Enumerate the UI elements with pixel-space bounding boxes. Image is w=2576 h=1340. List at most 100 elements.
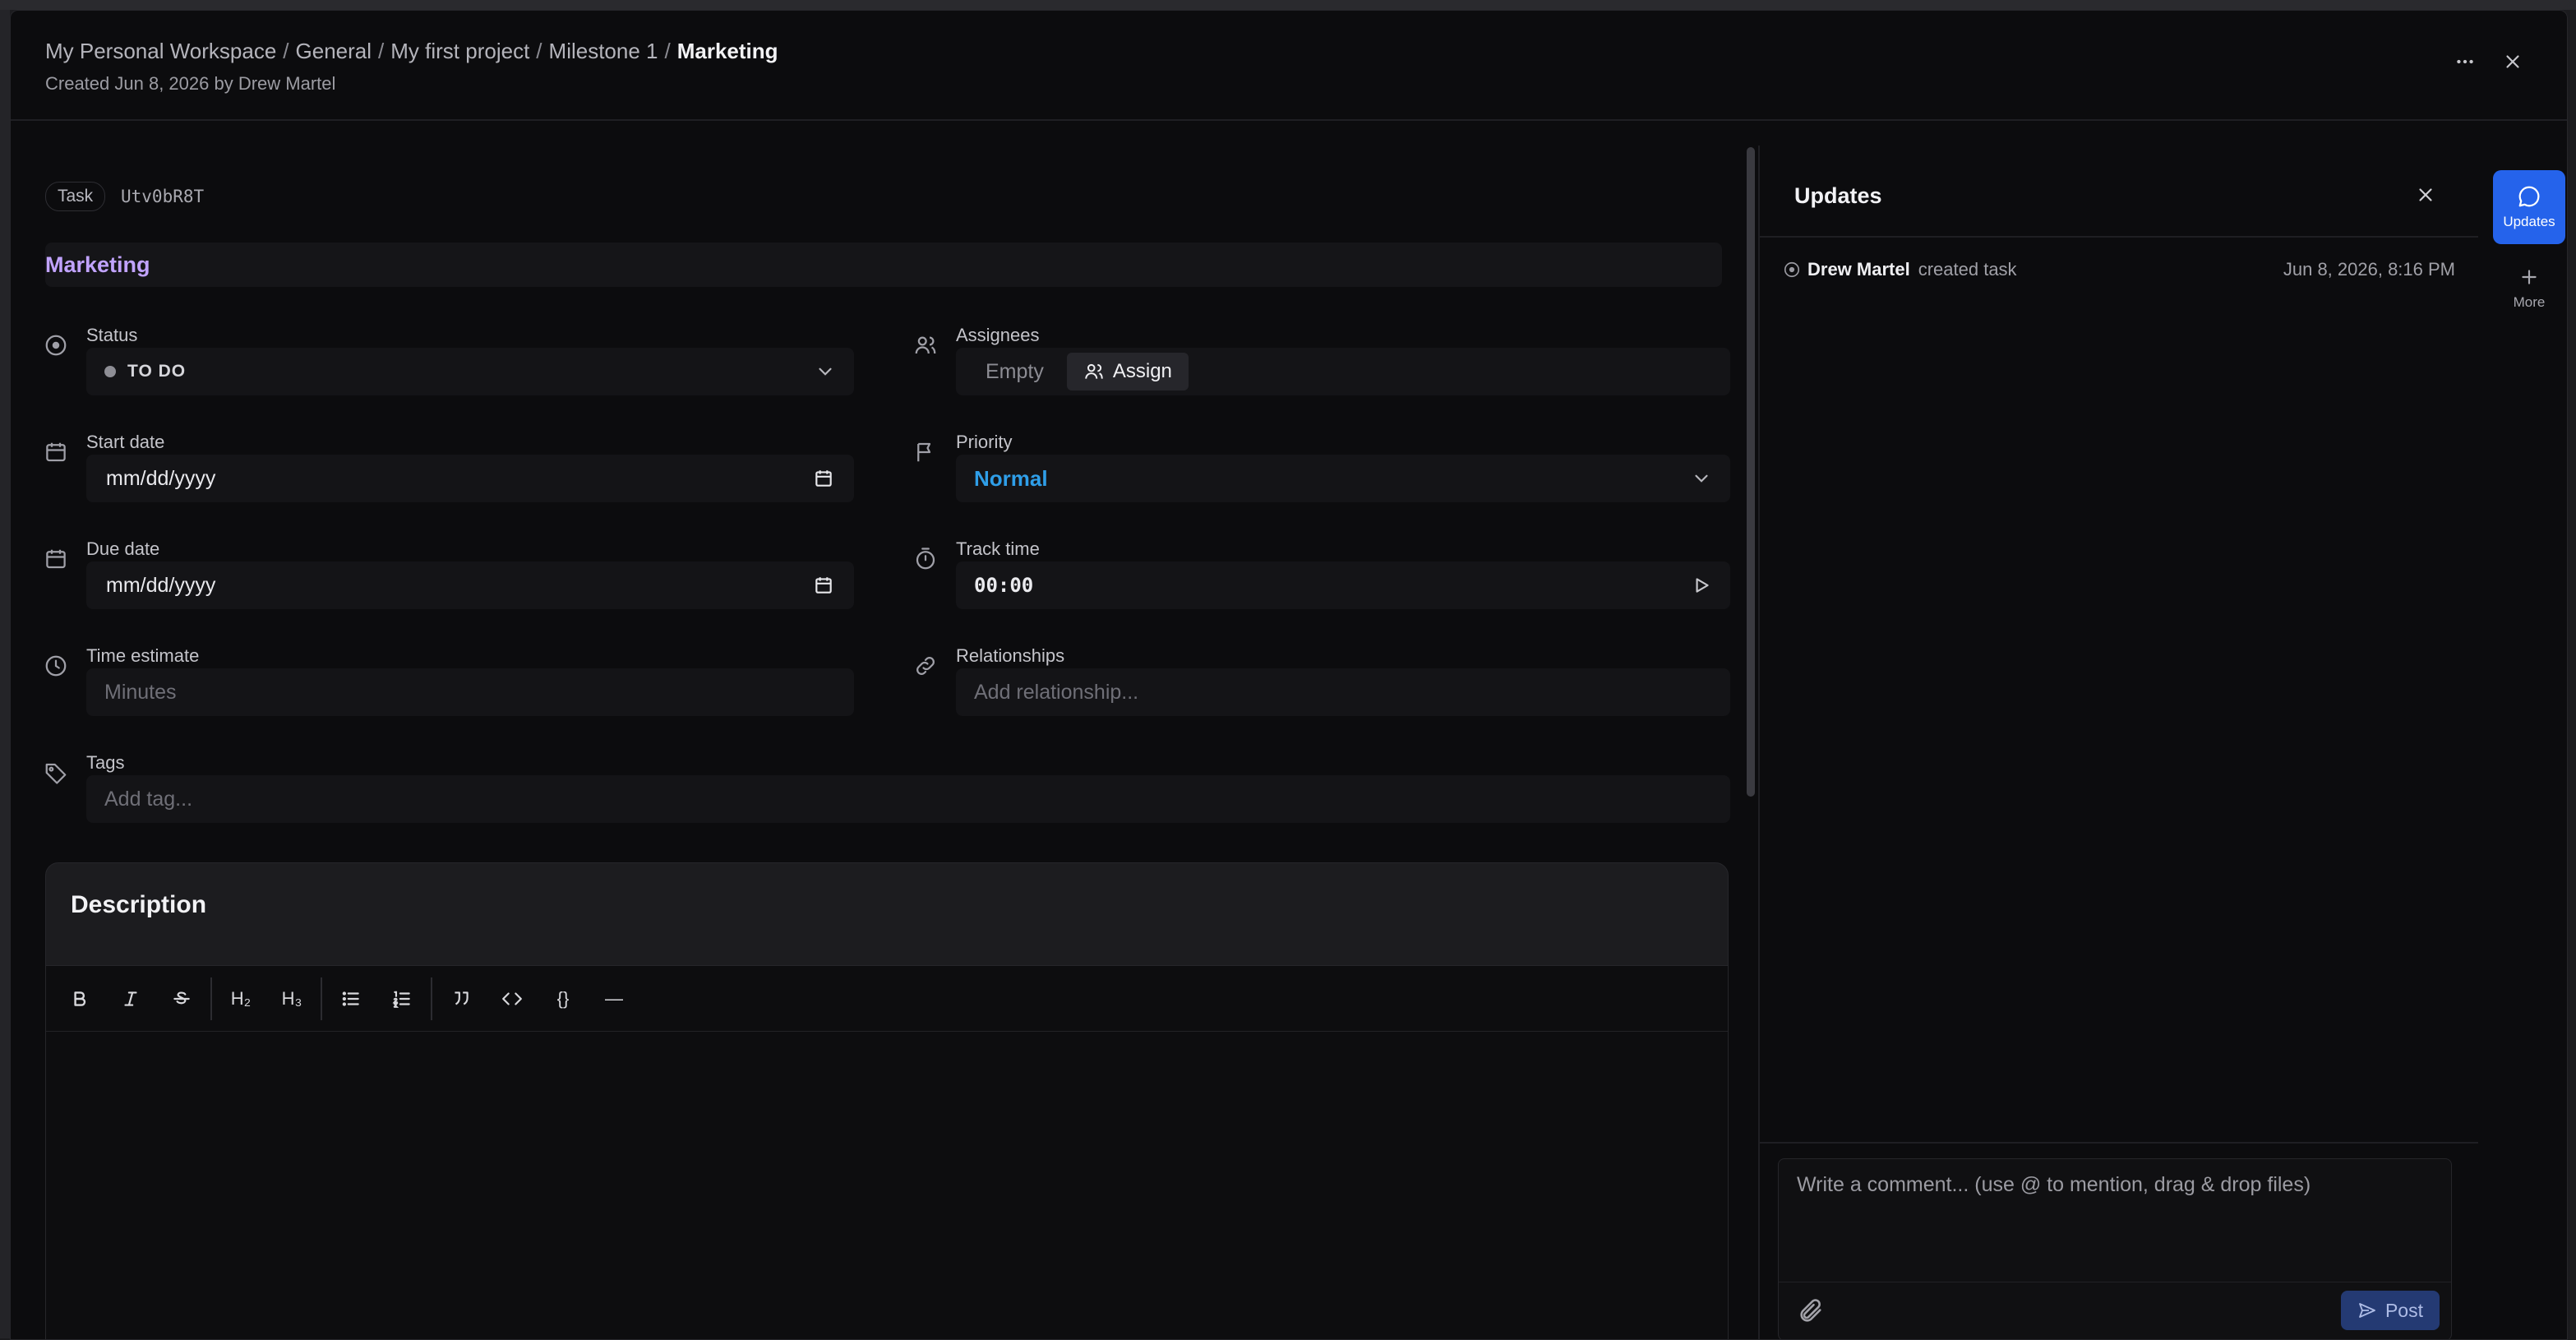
breadcrumb-item-space[interactable]: General [296, 39, 372, 63]
start-date-value: mm/dd/yyyy [106, 466, 216, 490]
strikethrough-icon [173, 991, 190, 1004]
status-circle-icon [45, 335, 67, 356]
stopwatch-icon [916, 548, 935, 570]
comment-footer: Post [1779, 1282, 2451, 1339]
rail-more-label: More [2513, 294, 2546, 310]
task-main-panel: Task Utv0bR8T Marketing Status TO DO Ass… [11, 121, 1745, 1339]
link-icon [916, 657, 935, 675]
breadcrumb-item-milestone[interactable]: Milestone 1 [549, 39, 658, 63]
close-updates-button[interactable] [2407, 177, 2444, 213]
toolbar-divider [321, 977, 322, 1020]
description-title: Description [71, 891, 207, 918]
task-id: Utv0bR8T [121, 187, 205, 206]
main-scrollbar[interactable] [1747, 147, 1755, 797]
calendar-icon [46, 442, 66, 462]
priority-select[interactable]: Normal [956, 455, 1730, 502]
breadcrumb-item-workspace[interactable]: My Personal Workspace [45, 39, 276, 63]
comment-composer: Post [1778, 1158, 2452, 1339]
status-dot [104, 366, 116, 377]
bold-icon [74, 991, 86, 1006]
quote-icon [455, 991, 469, 1005]
updates-divider [1760, 236, 2478, 238]
heading-3-button[interactable]: H₃ [266, 978, 317, 1019]
code-block-button[interactable]: {} [538, 978, 589, 1019]
heading-2-button[interactable]: H₂ [215, 978, 266, 1019]
rail-updates-button[interactable]: Updates [2493, 170, 2565, 244]
comment-input[interactable] [1795, 1172, 2423, 1198]
close-modal-button[interactable] [2495, 44, 2531, 80]
calendar-icon [46, 549, 66, 569]
priority-value: Normal [974, 465, 1048, 491]
window-top-edge [0, 0, 2576, 10]
chevron-down-icon [819, 367, 832, 376]
relationships-input[interactable]: Add relationship... [956, 668, 1730, 716]
relationships-placeholder: Add relationship... [974, 680, 1139, 704]
description-card: Description H₂ H₃ {} — [45, 862, 1729, 1339]
tags-label: Tags [86, 752, 125, 773]
tags-placeholder: Add tag... [104, 787, 193, 811]
activity-timestamp: Jun 8, 2026, 8:16 PM [2283, 259, 2455, 280]
breadcrumb-item-project[interactable]: My first project [390, 39, 529, 63]
bullet-list-icon [342, 991, 359, 1006]
close-icon [2506, 55, 2519, 68]
plus-icon [2522, 270, 2537, 284]
inline-code-button[interactable] [487, 978, 538, 1019]
status-select[interactable]: TO DO [86, 348, 854, 395]
breadcrumb-separator: / [378, 39, 385, 63]
clock-icon [45, 655, 67, 677]
users-icon [915, 336, 936, 354]
priority-label: Priority [956, 432, 1013, 452]
toolbar-divider [210, 977, 212, 1020]
horizontal-rule-button[interactable]: — [589, 978, 639, 1019]
status-label: Status [86, 325, 138, 345]
task-type-chip[interactable]: Task [45, 182, 106, 211]
task-detail-modal: My Personal Workspace / General / My first p… [10, 10, 2568, 1340]
assignees-label: Assignees [956, 325, 1040, 345]
modal-header: My Personal Workspace / General / My first p… [11, 11, 2567, 121]
breadcrumb-separator: / [536, 39, 542, 63]
ordered-list-icon [392, 991, 410, 1008]
time-estimate-input[interactable]: Minutes [86, 668, 854, 716]
bullet-list-button[interactable] [325, 978, 376, 1019]
due-date-label: Due date [86, 538, 160, 559]
task-title-input[interactable]: Marketing [45, 243, 1722, 287]
description-editor[interactable]: H₂ H₃ {} — [46, 965, 1728, 1339]
send-icon [2359, 1303, 2375, 1318]
calendar-picker-icon[interactable] [813, 575, 834, 596]
paperclip-icon[interactable] [1797, 1297, 1825, 1325]
post-comment-button[interactable]: Post [2340, 1291, 2440, 1330]
relationships-label: Relationships [956, 645, 1065, 666]
chevron-down-icon [1695, 474, 1708, 483]
breadcrumb-separator: / [664, 39, 671, 63]
assignees-empty: Empty [986, 359, 1044, 383]
flag-icon [917, 442, 931, 462]
due-date-value: mm/dd/yyyy [106, 573, 216, 597]
time-estimate-label: Time estimate [86, 645, 200, 666]
assign-button[interactable]: Assign [1066, 353, 1189, 390]
status-circle-icon [1784, 261, 1800, 278]
calendar-picker-icon[interactable] [813, 468, 834, 489]
toolbar-divider [431, 977, 432, 1020]
tags-input[interactable]: Add tag... [86, 775, 1730, 823]
code-icon [502, 991, 522, 1005]
ordered-list-button[interactable] [376, 978, 427, 1019]
start-date-input[interactable]: mm/dd/yyyy [86, 455, 854, 502]
bold-button[interactable] [54, 978, 105, 1019]
status-value: TO DO [127, 362, 187, 381]
due-date-input[interactable]: mm/dd/yyyy [86, 561, 854, 609]
assign-button-label: Assign [1112, 360, 1172, 382]
strikethrough-button[interactable] [156, 978, 207, 1019]
breadcrumb-current: Marketing [676, 39, 778, 63]
blockquote-button[interactable] [436, 978, 487, 1019]
rail-more-button[interactable]: More [2493, 256, 2565, 321]
breadcrumb-separator: / [283, 39, 289, 63]
track-time-value: 00:00 [974, 574, 1034, 597]
more-options-button[interactable] [2447, 44, 2483, 80]
activity-user: Drew Martel [1807, 259, 1910, 280]
activity-item: Drew Martel created task Jun 8, 2026, 8:… [1783, 251, 2455, 289]
right-rail: Updates More [2478, 146, 2567, 1339]
ellipsis-icon [2457, 59, 2473, 64]
play-icon[interactable] [1691, 575, 1712, 596]
italic-button[interactable] [105, 978, 156, 1019]
breadcrumb: My Personal Workspace / General / My first p… [45, 39, 778, 64]
